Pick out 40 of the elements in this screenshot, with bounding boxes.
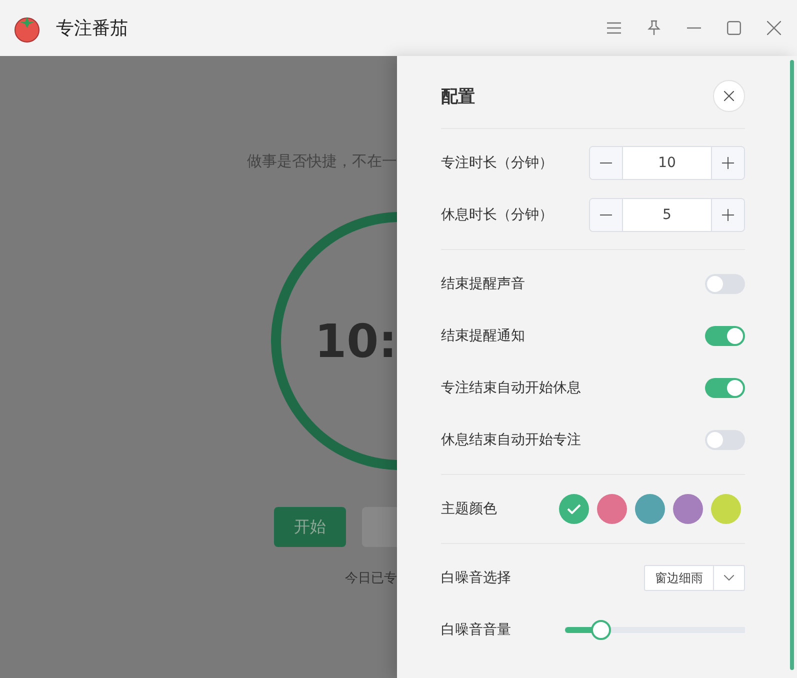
maximize-icon[interactable]	[727, 21, 741, 35]
toggle-switch[interactable]	[705, 326, 745, 346]
setting-label: 白噪音选择	[441, 569, 511, 587]
slider-thumb[interactable]	[591, 620, 611, 640]
increment-button[interactable]	[712, 199, 744, 231]
setting-label: 主题颜色	[441, 500, 497, 518]
settings-title: 配置	[441, 86, 475, 108]
minimize-icon[interactable]	[687, 27, 701, 29]
setting-label: 白噪音音量	[441, 621, 511, 639]
chevron-down-icon	[724, 575, 734, 581]
setting-label: 结束提醒声音	[441, 275, 525, 293]
window-title: 专注番茄	[56, 17, 128, 40]
menu-icon[interactable]	[607, 22, 621, 34]
increment-button[interactable]	[712, 147, 744, 179]
close-button[interactable]	[713, 80, 745, 112]
number-input[interactable]: 5	[622, 199, 712, 231]
setting-label: 结束提醒通知	[441, 327, 525, 345]
plus-icon	[722, 157, 734, 169]
plus-icon	[722, 209, 734, 221]
color-swatch[interactable]	[673, 494, 703, 524]
toggle-switch[interactable]	[705, 430, 745, 450]
toggle-switch[interactable]	[705, 378, 745, 398]
number-input[interactable]: 10	[622, 147, 712, 179]
pin-icon[interactable]	[647, 20, 661, 36]
minus-icon	[600, 162, 612, 164]
setting-label: 专注时长（分钟）	[441, 154, 553, 172]
noise-select[interactable]: 窗边细雨	[644, 565, 745, 591]
minus-icon	[600, 214, 612, 216]
color-swatch[interactable]	[559, 494, 589, 524]
setting-label: 休息结束自动开始专注	[441, 431, 581, 449]
toggle-switch[interactable]	[705, 274, 745, 294]
color-swatch[interactable]	[711, 494, 741, 524]
close-icon	[724, 91, 734, 101]
setting-label: 休息时长（分钟）	[441, 206, 553, 224]
setting-label: 专注结束自动开始休息	[441, 379, 581, 397]
close-icon[interactable]	[767, 21, 781, 35]
today-focus-text: 今日已专	[345, 570, 397, 587]
color-swatch[interactable]	[635, 494, 665, 524]
color-swatch[interactable]	[597, 494, 627, 524]
timer-text: 10:	[314, 314, 397, 368]
